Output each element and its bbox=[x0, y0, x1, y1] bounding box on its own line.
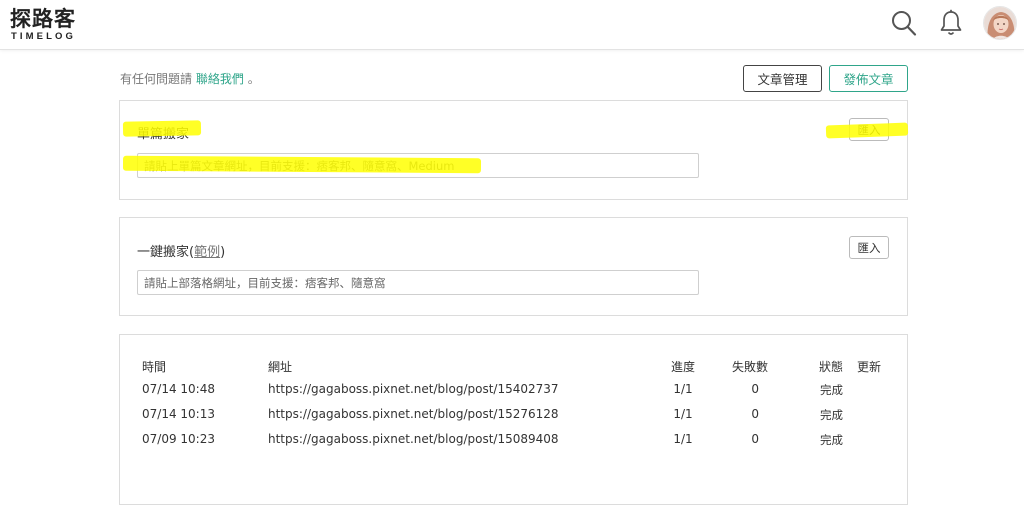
cell-time: 07/14 10:48 bbox=[142, 382, 215, 396]
single-import-button[interactable]: 匯入 bbox=[849, 118, 889, 141]
bulk-import-panel: 一鍵搬家(範例) 匯入 bbox=[119, 217, 908, 316]
header-time: 時間 bbox=[142, 360, 167, 374]
example-link[interactable]: 範例 bbox=[194, 245, 220, 260]
contact-prefix: 有任何問題請 bbox=[120, 72, 193, 86]
bulk-import-title: 一鍵搬家(範例) bbox=[137, 241, 225, 260]
table-row: 07/09 10:23 https://gagaboss.pixnet.net/… bbox=[120, 432, 909, 452]
user-avatar[interactable] bbox=[983, 6, 1017, 40]
blog-url-input[interactable] bbox=[137, 270, 699, 295]
contact-suffix: 。 bbox=[247, 72, 260, 86]
publish-article-button[interactable]: 發佈文章 bbox=[829, 65, 908, 92]
cell-status: 完成 bbox=[820, 408, 843, 422]
bulk-title-prefix: 一鍵搬家( bbox=[137, 245, 195, 260]
contact-line: 有任何問題請 聯絡我們 。 bbox=[120, 70, 260, 87]
cell-fail-count: 0 bbox=[751, 432, 759, 446]
logo-english-text: TIMELOG bbox=[11, 31, 76, 42]
cell-time: 07/09 10:23 bbox=[142, 432, 215, 446]
bulk-title-suffix: ) bbox=[220, 245, 226, 260]
single-import-panel: 單篇搬家 匯入 bbox=[119, 100, 908, 200]
cell-url: https://gagaboss.pixnet.net/blog/post/15… bbox=[268, 407, 559, 421]
bulk-import-button[interactable]: 匯入 bbox=[849, 236, 889, 259]
cell-fail-count: 0 bbox=[751, 382, 759, 396]
logo-chinese-text: 探路客 bbox=[10, 7, 76, 31]
cell-time: 07/14 10:13 bbox=[142, 407, 215, 421]
search-icon[interactable] bbox=[890, 8, 918, 38]
timelog-logo[interactable]: 探路客 TIMELOG bbox=[10, 6, 90, 44]
cell-progress: 1/1 bbox=[673, 407, 693, 421]
header-fail-count: 失敗數 bbox=[731, 360, 768, 374]
top-navbar: 探路客 TIMELOG bbox=[0, 0, 1024, 50]
single-url-input[interactable] bbox=[137, 153, 699, 178]
cell-url: https://gagaboss.pixnet.net/blog/post/15… bbox=[268, 432, 559, 446]
header-update: 更新 bbox=[857, 360, 882, 374]
contact-us-link[interactable]: 聯絡我們 bbox=[196, 72, 244, 86]
bell-icon[interactable] bbox=[937, 8, 965, 38]
cell-progress: 1/1 bbox=[673, 432, 693, 446]
article-manage-button[interactable]: 文章管理 bbox=[743, 65, 822, 92]
table-row: 07/14 10:13 https://gagaboss.pixnet.net/… bbox=[120, 407, 909, 427]
cell-status: 完成 bbox=[820, 433, 843, 447]
header-progress: 進度 bbox=[670, 360, 695, 374]
header-status: 狀態 bbox=[818, 360, 843, 374]
header-url: 網址 bbox=[268, 360, 293, 374]
single-import-title: 單篇搬家 bbox=[137, 127, 190, 142]
cell-progress: 1/1 bbox=[673, 382, 693, 396]
import-history-panel: 時間 網址 進度 失敗數 狀態 更新 07/14 10:48 https://g… bbox=[119, 334, 908, 505]
cell-url: https://gagaboss.pixnet.net/blog/post/15… bbox=[268, 382, 559, 396]
cell-status: 完成 bbox=[820, 383, 843, 397]
table-row: 07/14 10:48 https://gagaboss.pixnet.net/… bbox=[120, 382, 909, 402]
cell-fail-count: 0 bbox=[751, 407, 759, 421]
